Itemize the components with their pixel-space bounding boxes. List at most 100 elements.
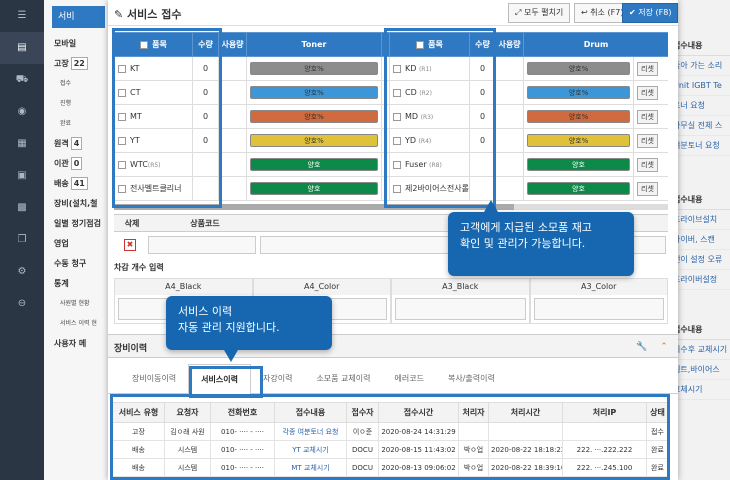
table-row[interactable]: 배송 시스템 010- ···· - ···· MT 교체시기 DOCU 2020-08-… (112, 458, 669, 477)
reset-button[interactable]: 리셋 (637, 157, 658, 172)
left-nav-item[interactable]: 일별 정기점검 (44, 214, 113, 234)
toner-item-cell[interactable]: KT (114, 56, 193, 81)
checkbox[interactable] (118, 88, 126, 97)
logout-icon[interactable]: ⊖ (0, 288, 44, 320)
left-nav-item[interactable]: 원격 4 (44, 134, 113, 154)
history-cell: 010- ···· - ···· (210, 458, 275, 477)
right-panel-item[interactable]: 라이버, 스캔 (669, 230, 730, 250)
history-tab[interactable]: 자강이력 (251, 364, 304, 394)
calendar-icon[interactable]: ▣ (0, 160, 44, 192)
left-nav-item[interactable]: 사용자 메 (44, 334, 113, 354)
right-panel-item[interactable]: 캔이 설정 오류 (669, 250, 730, 270)
drum-item-cell[interactable]: 제2바이어스전사롤 (389, 176, 470, 201)
history-tab[interactable]: 소모품 교체이력 (304, 364, 382, 394)
checkbox[interactable] (118, 184, 126, 193)
wrench-icon[interactable]: 🔧 (632, 338, 652, 356)
right-panel-item[interactable]: 드라이버설정 (669, 270, 730, 290)
left-nav-item[interactable]: 진행 (44, 94, 113, 114)
checkbox[interactable] (393, 112, 401, 121)
right-panel-item[interactable]: 돌아 가는 소리 (669, 56, 730, 76)
reset-button[interactable]: 리셋 (637, 181, 658, 196)
toner-item-cell[interactable]: WTC(R5) (114, 152, 193, 177)
checkbox[interactable] (393, 160, 401, 169)
left-nav-item[interactable]: 영업 (44, 234, 113, 254)
left-nav-item[interactable]: 사원별 현황 (44, 294, 113, 314)
service-button[interactable]: 서비 (52, 6, 105, 28)
history-cell[interactable]: MT 교체시기 (274, 458, 347, 477)
count-input[interactable] (533, 298, 664, 320)
reset-button[interactable]: 리셋 (637, 109, 658, 124)
table-row[interactable]: 배송 시스템 010- ···· - ···· YT 교체시기 DOCU 2020-08-… (112, 440, 669, 459)
gear-icon[interactable]: ⚙ (0, 256, 44, 288)
money-icon[interactable]: ◉ (0, 96, 44, 128)
history-cell[interactable]: YT 교체시기 (274, 440, 347, 459)
copy-icon[interactable]: ❐ (0, 224, 44, 256)
right-panel-item[interactable]: 교체시기 (669, 380, 730, 400)
toner-item-cell[interactable]: MT (114, 104, 193, 129)
history-column-header: 접수자 (346, 402, 379, 423)
right-section-header: 접수내용 (669, 320, 730, 340)
reset-button[interactable]: 리셋 (637, 85, 658, 100)
left-nav-item[interactable]: 완료 (44, 114, 113, 134)
save-button[interactable]: ✔ 저장 (F8) (622, 3, 678, 23)
left-nav-item[interactable]: 장비(설치,철 (44, 194, 113, 214)
left-nav-item[interactable]: 배송 41 (44, 174, 113, 194)
left-nav-item[interactable]: 접수 (44, 74, 113, 94)
history-cell: 완료 (646, 458, 669, 477)
right-panel-item[interactable]: 사무실 전체 스 (669, 116, 730, 136)
history-tab[interactable]: 에러코드 (383, 364, 436, 394)
checkbox[interactable] (393, 88, 401, 97)
collapse-icon[interactable]: ⌃ (654, 338, 674, 356)
expand-all-button[interactable]: ⤢ 모두 펼치기 (508, 3, 571, 23)
checkbox[interactable] (118, 160, 126, 169)
right-panel-item[interactable]: 벨트,바이어스 (669, 360, 730, 380)
left-nav-item[interactable]: 고장 22 (44, 54, 113, 74)
document-icon[interactable]: ▤ (0, 32, 44, 64)
drum-item-cell[interactable]: KD (R1) (389, 56, 470, 81)
count-input[interactable] (395, 298, 526, 320)
right-panel-item[interactable]: 여분토너 요청 (669, 136, 730, 156)
history-tab[interactable]: 서비스이력 (188, 364, 251, 394)
drum-item-cell[interactable]: MD (R3) (389, 104, 470, 129)
right-panel-item[interactable]: 회수후 교체시기 (669, 340, 730, 360)
toner-item-cell[interactable]: YT (114, 128, 193, 153)
drum-item-cell[interactable]: CD (R2) (389, 80, 470, 105)
left-nav-item[interactable]: 수동 청구 (44, 254, 113, 274)
briefcase-icon[interactable]: ▩ (0, 192, 44, 224)
checkbox[interactable] (118, 64, 126, 73)
horizontal-scrollbar[interactable] (114, 204, 668, 210)
reset-button[interactable]: 리셋 (637, 61, 658, 76)
col-item[interactable]: 품목 (114, 32, 193, 57)
toner-item-cell[interactable]: 전사벨트클리너 (114, 176, 193, 201)
cart-icon[interactable]: ⛟ (0, 64, 44, 96)
history-tab[interactable]: 장비이동이력 (120, 364, 188, 394)
count-badge: 0 (70, 157, 83, 170)
product-code-input[interactable] (148, 236, 256, 254)
left-nav-item[interactable]: 모바일 (44, 34, 113, 54)
checkbox[interactable] (393, 184, 401, 193)
checkbox[interactable] (393, 64, 401, 73)
right-panel-item[interactable]: Unit IGBT Te (669, 76, 730, 96)
checkbox[interactable] (393, 136, 401, 145)
menu-icon[interactable]: ☰ (0, 0, 44, 32)
left-nav-item[interactable]: 이관 0 (44, 154, 113, 174)
drum-level-bar: 양호% (527, 86, 630, 99)
reset-button[interactable]: 리셋 (637, 133, 658, 148)
history-tab[interactable]: 복사/출력이력 (436, 364, 507, 394)
table-row[interactable]: 고장 김ㅇ래 사원 010- ···· - ···· 각종 여분토너 요청 이ㅇ준 202… (112, 422, 669, 441)
history-cell: 박ㅇ업 (458, 458, 489, 477)
history-cell[interactable]: 각종 여분토너 요청 (274, 422, 347, 441)
right-panel-item[interactable]: 토너 요청 (669, 96, 730, 116)
left-nav-item[interactable]: 서비스 이력 현 (44, 314, 113, 334)
delete-row-button[interactable]: ✖ (124, 239, 136, 251)
drum-item-cell[interactable]: Fuser (R8) (389, 152, 470, 177)
left-nav-item[interactable]: 통계 (44, 274, 113, 294)
checkbox[interactable] (118, 136, 126, 145)
right-panel-item[interactable]: 드라이브설치 (669, 210, 730, 230)
chart-icon[interactable]: ▦ (0, 128, 44, 160)
checkbox[interactable] (118, 112, 126, 121)
reset-cell: 리셋 (633, 128, 668, 153)
col-item-drum[interactable]: 품목 (389, 32, 470, 57)
toner-item-cell[interactable]: CT (114, 80, 193, 105)
drum-item-cell[interactable]: YD (R4) (389, 128, 470, 153)
